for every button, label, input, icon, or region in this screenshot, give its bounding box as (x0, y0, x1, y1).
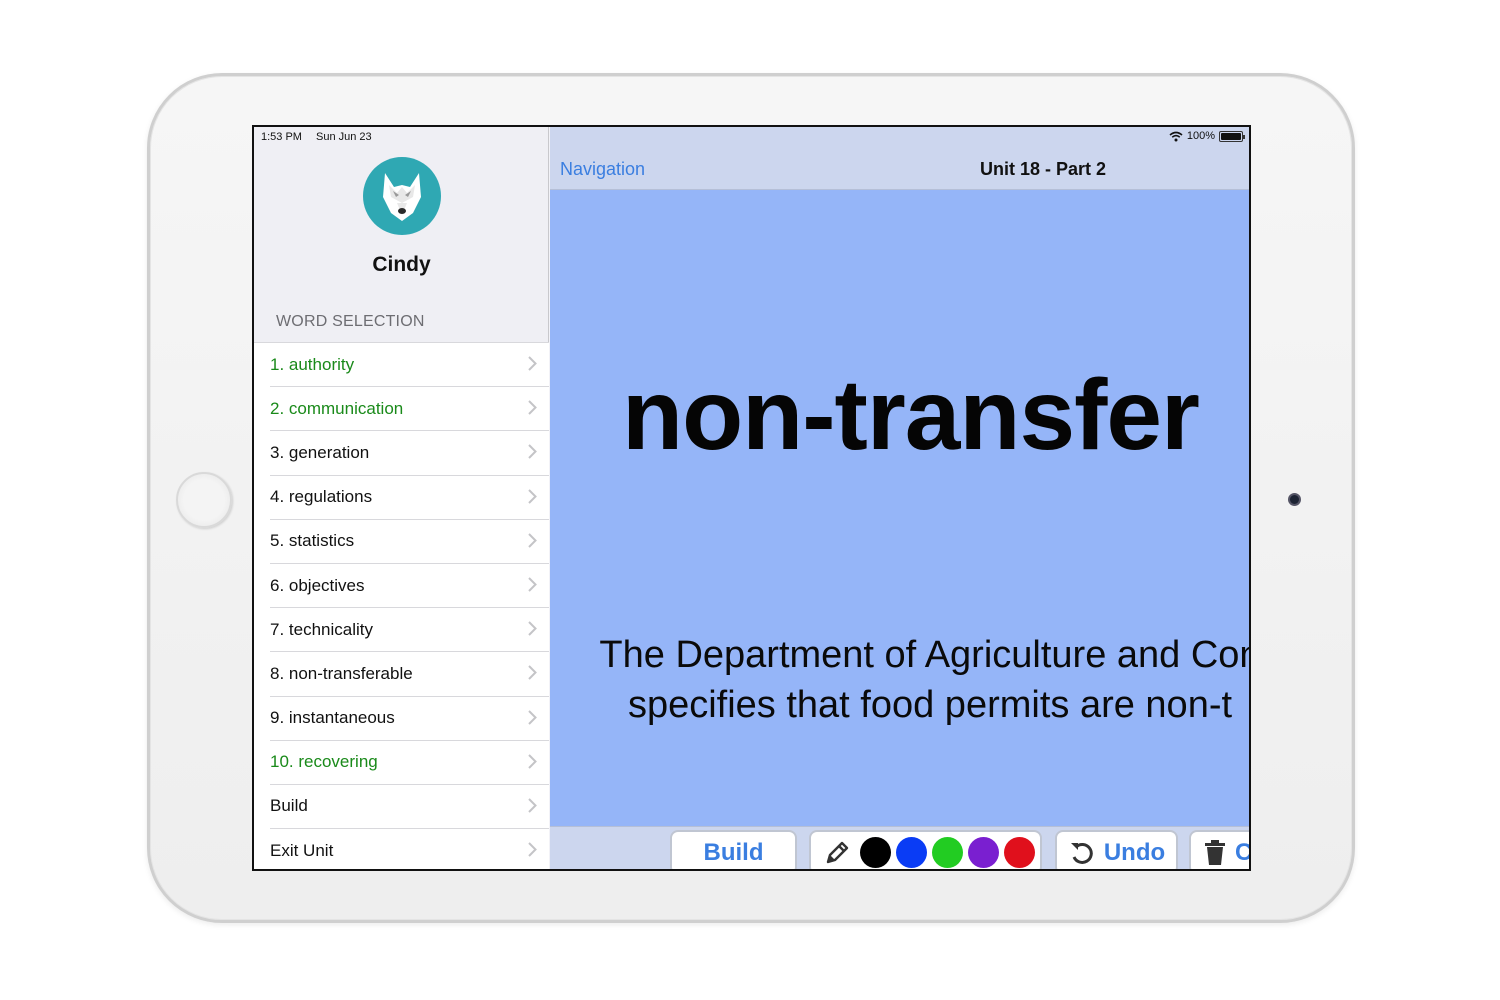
word-list-item[interactable]: 3. generation (270, 431, 549, 476)
word-list-item[interactable]: 6. objectives (270, 564, 549, 609)
build-button[interactable]: Build (670, 830, 797, 869)
word-list-item-label: 10. recovering (270, 752, 378, 772)
word-list-item[interactable]: 2. communication (270, 387, 549, 432)
sidebar: Cindy WORD SELECTION 1. authority 2. comm… (254, 127, 549, 869)
word-list-item[interactable]: 7. technicality (270, 608, 549, 653)
color-swatch[interactable] (896, 837, 927, 868)
word-list: 1. authority 2. communication 3. generatio… (254, 342, 549, 869)
clear-button[interactable]: C (1189, 830, 1251, 869)
color-swatch[interactable] (1004, 837, 1035, 868)
chevron-right-icon (528, 753, 537, 774)
word-list-item-label: 6. objectives (270, 575, 365, 595)
trash-icon (1205, 839, 1225, 865)
build-label: Build (703, 838, 764, 866)
chevron-right-icon (528, 400, 537, 420)
screen: 1:53 PM Sun Jun 23 100% Cindy WORD SELEC… (252, 125, 1251, 871)
chevron-right-icon (528, 842, 537, 862)
color-picker (809, 830, 1042, 869)
chevron-right-icon (528, 709, 537, 730)
word-list-item-label: 2. communication (270, 398, 404, 418)
wolf-icon (382, 173, 421, 221)
drawing-canvas[interactable]: non-transfer The Department of Agricultu… (550, 190, 1251, 826)
status-date: Sun Jun 23 (316, 131, 372, 143)
page-title: Unit 18 - Part 2 (980, 159, 1107, 179)
color-swatch[interactable] (860, 837, 891, 868)
camera-lens (1288, 493, 1301, 506)
word-list-item-label: 8. non-transferable (270, 663, 413, 683)
word-list-item-label: 1. authority (270, 354, 355, 374)
section-header: WORD SELECTION (276, 313, 425, 330)
word-list-item-label: Build (270, 796, 308, 816)
toolbar: Build Undo C (550, 826, 1251, 869)
status-bar: 1:53 PM Sun Jun 23 100% (254, 127, 1249, 147)
color-swatch[interactable] (932, 837, 963, 868)
chevron-right-icon (528, 798, 537, 818)
chevron-right-icon (528, 356, 537, 376)
word-list-item[interactable]: 9. instantaneous (270, 697, 549, 741)
chevron-right-icon (528, 444, 537, 464)
avatar[interactable] (362, 157, 441, 235)
chevron-right-icon (528, 577, 537, 597)
chevron-right-icon (528, 621, 537, 641)
undo-icon (1070, 842, 1093, 864)
pencil-icon[interactable] (823, 839, 851, 867)
navigation-back-button[interactable]: Navigation (560, 159, 645, 180)
word-list-item[interactable]: 10. recovering (270, 741, 549, 785)
word-list-item-label: Exit Unit (270, 841, 334, 861)
battery-icon (1219, 130, 1245, 142)
profile-name: Cindy (372, 253, 431, 276)
home-button[interactable] (176, 472, 232, 528)
sentence-line-2: specifies that food permits are non-t (627, 684, 1233, 726)
wifi-icon (1169, 131, 1183, 141)
clear-label: C (1235, 838, 1251, 866)
word-list-item[interactable]: 8. non-transferable (270, 652, 549, 697)
color-swatch[interactable] (968, 837, 999, 868)
word-list-item[interactable]: Build (270, 785, 549, 830)
word-list-item[interactable]: 1. authority (270, 343, 549, 388)
chevron-right-icon (528, 488, 537, 509)
word-list-item-label: 9. instantaneous (270, 708, 395, 728)
undo-label: Undo (1103, 838, 1166, 866)
word-list-item[interactable]: 5. statistics (270, 520, 549, 564)
chevron-right-icon (528, 533, 537, 553)
example-sentence: The Department of Agriculture and Con sp… (550, 630, 1251, 730)
word-list-item-label: 3. generation (270, 442, 370, 462)
featured-word: non-transfer (622, 359, 1200, 471)
battery-percent: 100% (1186, 130, 1215, 142)
profile: Cindy (254, 157, 549, 277)
status-time: 1:53 PM (261, 131, 302, 143)
undo-button[interactable]: Undo (1055, 830, 1178, 869)
word-list-item[interactable]: 4. regulations (270, 476, 549, 520)
word-list-item-label: 4. regulations (270, 487, 373, 507)
sentence-line-1: The Department of Agriculture and Con (599, 634, 1251, 676)
word-list-item-label: 7. technicality (270, 619, 373, 639)
word-list-item-label: 5. statistics (270, 531, 355, 551)
status-right: 100% (1169, 130, 1245, 142)
chevron-right-icon (528, 665, 537, 685)
word-list-item[interactable]: Exit Unit (270, 829, 549, 869)
